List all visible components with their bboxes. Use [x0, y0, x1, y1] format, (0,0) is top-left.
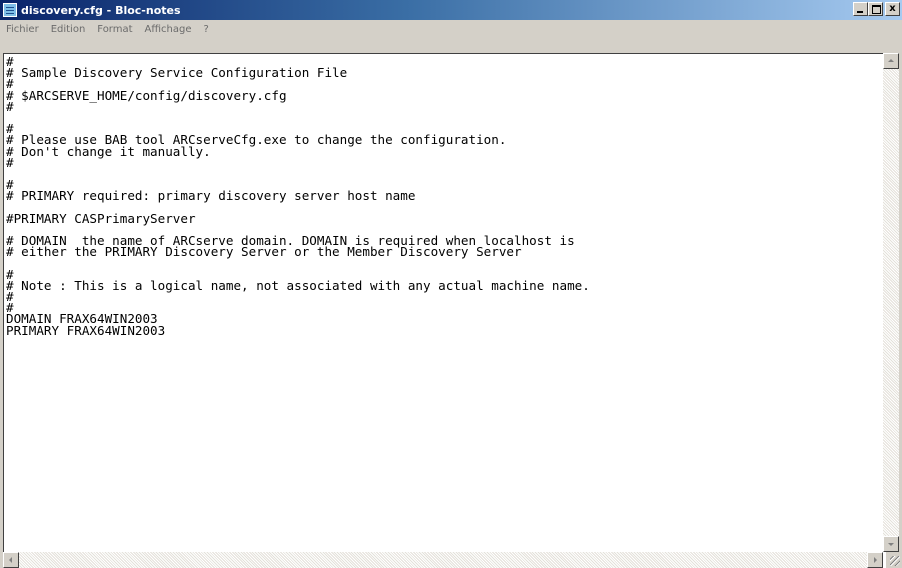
text-line[interactable]	[6, 168, 872, 179]
menu-affichage[interactable]: Affichage	[139, 24, 198, 35]
arrow-up-icon	[888, 59, 894, 62]
window-title: discovery.cfg - Bloc-notes	[21, 3, 181, 17]
text-line[interactable]: # Sample Discovery Service Configuration…	[6, 66, 872, 79]
text-line[interactable]	[6, 257, 872, 268]
arrow-right-icon	[874, 557, 877, 563]
text-editor[interactable]: # # Sample Discovery Service Configuratio…	[6, 56, 872, 552]
menu-help[interactable]: ?	[198, 24, 215, 35]
text-line[interactable]: # $ARCSERVE_HOME/config/discovery.cfg	[6, 89, 872, 102]
window-controls: x	[853, 2, 900, 16]
minimize-button[interactable]	[853, 2, 868, 16]
scroll-down-button[interactable]	[883, 536, 899, 552]
arrow-down-icon	[888, 543, 894, 546]
resize-grip[interactable]	[886, 552, 902, 568]
vertical-scrollbar[interactable]	[883, 53, 899, 552]
notepad-window: discovery.cfg - Bloc-notes x Fichier Edi…	[0, 0, 902, 568]
text-line[interactable]: PRIMARY FRAX64WIN2003	[6, 324, 872, 337]
menu-fichier[interactable]: Fichier	[0, 24, 45, 35]
text-line[interactable]	[6, 112, 872, 123]
text-line[interactable]: #PRIMARY CASPrimaryServer	[6, 212, 872, 225]
menu-edition[interactable]: Edition	[45, 24, 92, 35]
scroll-left-button[interactable]	[3, 552, 19, 568]
notepad-icon[interactable]	[3, 3, 17, 17]
text-line[interactable]: # PRIMARY required: primary discovery se…	[6, 189, 872, 202]
arrow-left-icon	[9, 557, 12, 563]
scroll-up-button[interactable]	[883, 53, 899, 69]
text-line[interactable]: # Note : This is a logical name, not ass…	[6, 279, 872, 292]
close-button[interactable]: x	[885, 2, 900, 16]
maximize-button[interactable]	[868, 2, 883, 16]
text-line[interactable]: # either the PRIMARY Discovery Server or…	[6, 245, 872, 258]
scroll-right-button[interactable]	[867, 552, 883, 568]
menu-format[interactable]: Format	[91, 24, 138, 35]
text-line[interactable]: # Don't change it manually.	[6, 145, 872, 158]
minimize-icon	[857, 11, 863, 13]
close-icon: x	[889, 3, 896, 14]
horizontal-scrollbar[interactable]	[3, 552, 883, 568]
title-bar[interactable]: discovery.cfg - Bloc-notes x	[0, 0, 902, 20]
menu-bar: Fichier Edition Format Affichage ?	[0, 20, 902, 39]
maximize-icon	[872, 5, 881, 14]
